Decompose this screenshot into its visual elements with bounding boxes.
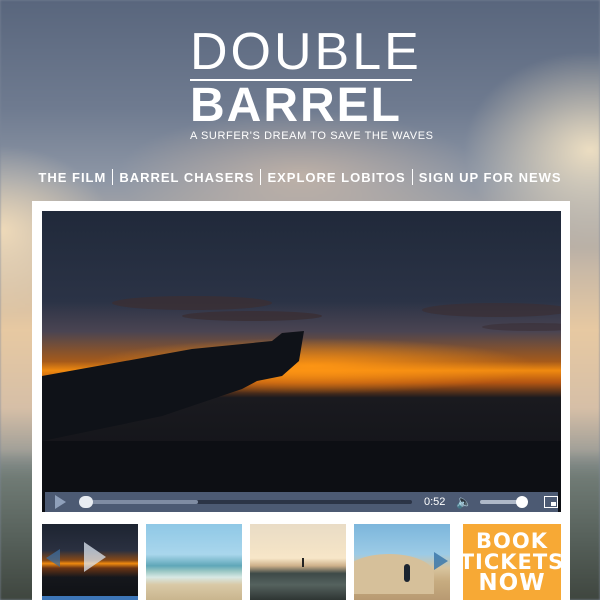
- logo-line-1: DOUBLE: [190, 23, 422, 81]
- surfer-figure: [404, 564, 410, 582]
- seek-bar[interactable]: [79, 496, 412, 508]
- book-tickets-button[interactable]: BOOK TICKETS NOW: [460, 524, 563, 600]
- play-icon[interactable]: [55, 495, 66, 509]
- volume-handle[interactable]: [516, 496, 528, 508]
- airplane-wing: [42, 331, 561, 512]
- nav-barrel-chasers[interactable]: BARREL CHASERS: [115, 170, 258, 185]
- volume-slider[interactable]: [480, 496, 528, 508]
- nav-separator: [112, 169, 114, 185]
- time-display: 0:52: [424, 496, 446, 508]
- logo-line-2: BARREL: [190, 79, 402, 132]
- active-indicator: [42, 596, 138, 600]
- nav-the-film[interactable]: THE FILM: [34, 170, 110, 185]
- sand-dune: [354, 554, 434, 594]
- nav-explore-lobitos[interactable]: EXPLORE LOBITOS: [263, 170, 409, 185]
- player-controls: 0:52 🔈: [45, 492, 558, 512]
- book-line-1: BOOK: [476, 528, 548, 553]
- main-nav: THE FILM BARREL CHASERS EXPLORE LOBITOS SIG…: [0, 169, 600, 185]
- previous-icon[interactable]: [46, 549, 60, 567]
- sunset-wing-thumbnail[interactable]: [42, 524, 138, 600]
- next-icon[interactable]: [434, 552, 448, 570]
- surfer-figure: [302, 558, 304, 567]
- play-overlay-icon: [84, 542, 106, 572]
- seek-handle[interactable]: [79, 496, 93, 508]
- video-frame[interactable]: [42, 211, 561, 512]
- media-panel: 0:52 🔈 BOOK TICKETS NOW: [32, 201, 570, 600]
- dune-surfer-thumbnail[interactable]: [354, 524, 450, 600]
- beach-waves-thumbnail[interactable]: [146, 524, 242, 600]
- video-player[interactable]: 0:52 🔈: [42, 211, 561, 512]
- nav-separator: [411, 169, 413, 185]
- buffered-bar: [82, 500, 198, 504]
- nav-sign-up-for-news[interactable]: SIGN UP FOR NEWS: [415, 170, 566, 185]
- surfer-sunset-thumbnail[interactable]: [250, 524, 346, 600]
- book-line-3: NOW: [478, 569, 546, 596]
- nav-separator: [260, 169, 262, 185]
- volume-icon[interactable]: 🔈: [456, 494, 472, 510]
- thumbnail-strip: BOOK TICKETS NOW: [42, 524, 563, 600]
- logo-tagline: A SURFER'S DREAM TO SAVE THE WAVES: [190, 130, 434, 142]
- fullscreen-icon[interactable]: [544, 496, 558, 508]
- site-logo[interactable]: DOUBLE BARREL A SURFER'S DREAM TO SAVE T…: [190, 23, 434, 142]
